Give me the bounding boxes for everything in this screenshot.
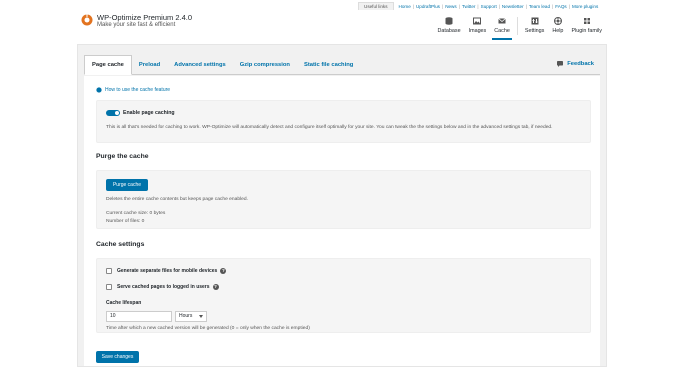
link-newsletter[interactable]: Newsletter bbox=[501, 4, 525, 9]
nav-plugin-family[interactable]: Plugin family bbox=[567, 17, 606, 35]
feedback-link[interactable]: Feedback bbox=[557, 61, 594, 67]
help-question-icon[interactable]: ? bbox=[220, 268, 227, 274]
help-question-icon[interactable]: ? bbox=[212, 284, 219, 290]
nav-help-label: Help bbox=[552, 28, 564, 34]
cache-settings-panel: Generate separate files for mobile devic… bbox=[96, 258, 591, 333]
cache-icon bbox=[498, 18, 506, 24]
nav-settings[interactable]: Settings bbox=[521, 17, 548, 35]
main-nav: Database Images Cache Settings Help Plug… bbox=[434, 17, 607, 40]
useful-links-label: Useful links bbox=[358, 2, 394, 10]
mobile-files-label: Generate separate files for mobile devic… bbox=[117, 268, 218, 274]
nav-cache-label: Cache bbox=[494, 28, 510, 34]
cache-lifespan-label: Cache lifespan bbox=[106, 300, 142, 306]
number-of-files: Number of files: 0 bbox=[106, 219, 145, 224]
purge-section-title: Purge the cache bbox=[96, 153, 149, 160]
gear-icon bbox=[96, 87, 102, 93]
feedback-label: Feedback bbox=[567, 61, 594, 67]
link-team-lead[interactable]: Team lead bbox=[528, 4, 551, 9]
page-cache-content: How to use the cache feature Enable page… bbox=[84, 76, 600, 366]
nav-divider bbox=[516, 17, 518, 35]
nav-plugin-family-label: Plugin family bbox=[571, 28, 602, 34]
logged-in-users-option[interactable]: Serve cached pages to logged in users ? bbox=[106, 284, 219, 290]
enable-page-caching-description: This is all that's needed for caching to… bbox=[106, 125, 553, 130]
plugin-header: WP-Optimize Premium 2.4.0 Make your site… bbox=[78, 11, 606, 41]
database-icon bbox=[445, 17, 453, 25]
link-updraftplus[interactable]: UpdraftPlus bbox=[415, 4, 441, 9]
how-to-use-cache-label: How to use the cache feature bbox=[105, 87, 171, 93]
link-support[interactable]: Support bbox=[480, 4, 498, 9]
cache-lifespan-input[interactable]: 10 bbox=[106, 311, 172, 322]
how-to-use-cache-link[interactable]: How to use the cache feature bbox=[96, 87, 170, 93]
tab-advanced-settings[interactable]: Advanced settings bbox=[167, 56, 233, 74]
nav-settings-label: Settings bbox=[524, 28, 545, 34]
logged-in-users-checkbox[interactable] bbox=[106, 284, 112, 290]
cache-settings-title: Cache settings bbox=[96, 241, 145, 248]
tab-gzip-compression[interactable]: Gzip compression bbox=[233, 56, 297, 74]
nav-help[interactable]: Help bbox=[548, 17, 567, 35]
cache-tabs: Page cache Preload Advanced settings Gzi… bbox=[84, 53, 600, 75]
current-cache-size: Current cache size: 0 bytes bbox=[106, 211, 166, 216]
nav-images-label: Images bbox=[468, 28, 487, 34]
plugin-tagline: Make your site fast & efficient bbox=[97, 22, 176, 28]
chevron-down-icon bbox=[199, 315, 203, 318]
images-icon bbox=[473, 17, 482, 25]
purge-cache-panel: Purge cache Deletes the entire cache con… bbox=[96, 170, 591, 229]
link-news[interactable]: News bbox=[444, 4, 458, 9]
purge-cache-description: Deletes the entire cache contents but ke… bbox=[106, 197, 248, 202]
plugin-title: WP-Optimize Premium 2.4.0 bbox=[97, 13, 193, 22]
feedback-icon bbox=[557, 61, 564, 67]
wp-optimize-logo-icon bbox=[81, 14, 93, 26]
mobile-files-checkbox[interactable] bbox=[106, 268, 112, 274]
save-changes-button[interactable]: Save changes bbox=[96, 351, 139, 363]
tab-static-file-caching[interactable]: Static file caching bbox=[297, 56, 360, 74]
enable-page-caching-toggle[interactable] bbox=[106, 110, 120, 116]
toggle-knob bbox=[115, 111, 119, 115]
link-faqs[interactable]: FAQs bbox=[554, 4, 568, 9]
nav-database-label: Database bbox=[437, 28, 461, 34]
nav-cache[interactable]: Cache bbox=[490, 17, 514, 40]
useful-links-bar: Useful links Home | UpdraftPlus | News | Tw… bbox=[358, 2, 599, 10]
settings-icon bbox=[531, 17, 539, 25]
link-more-plugins[interactable]: More plugins bbox=[571, 4, 599, 9]
link-twitter[interactable]: Twitter bbox=[461, 4, 477, 9]
tab-preload[interactable]: Preload bbox=[132, 56, 167, 74]
enable-caching-panel: Enable page caching This is all that's n… bbox=[96, 100, 591, 143]
link-home[interactable]: Home bbox=[398, 4, 412, 9]
cache-lifespan-unit-value: Hours bbox=[179, 313, 193, 319]
logged-in-users-label: Serve cached pages to logged in users bbox=[117, 284, 210, 290]
nav-images[interactable]: Images bbox=[465, 17, 491, 35]
purge-cache-button[interactable]: Purge cache bbox=[106, 179, 148, 191]
help-icon bbox=[553, 17, 562, 25]
nav-database[interactable]: Database bbox=[434, 17, 465, 35]
mobile-files-option[interactable]: Generate separate files for mobile devic… bbox=[106, 268, 227, 274]
tab-page-cache[interactable]: Page cache bbox=[84, 55, 132, 75]
main-panel: Page cache Preload Advanced settings Gzi… bbox=[77, 44, 607, 367]
enable-page-caching-label: Enable page caching bbox=[123, 110, 175, 116]
cache-lifespan-help: Time after which a new cached version wi… bbox=[106, 326, 310, 331]
cache-lifespan-unit-select[interactable]: Hours bbox=[175, 311, 207, 322]
plugin-family-icon bbox=[583, 18, 590, 24]
